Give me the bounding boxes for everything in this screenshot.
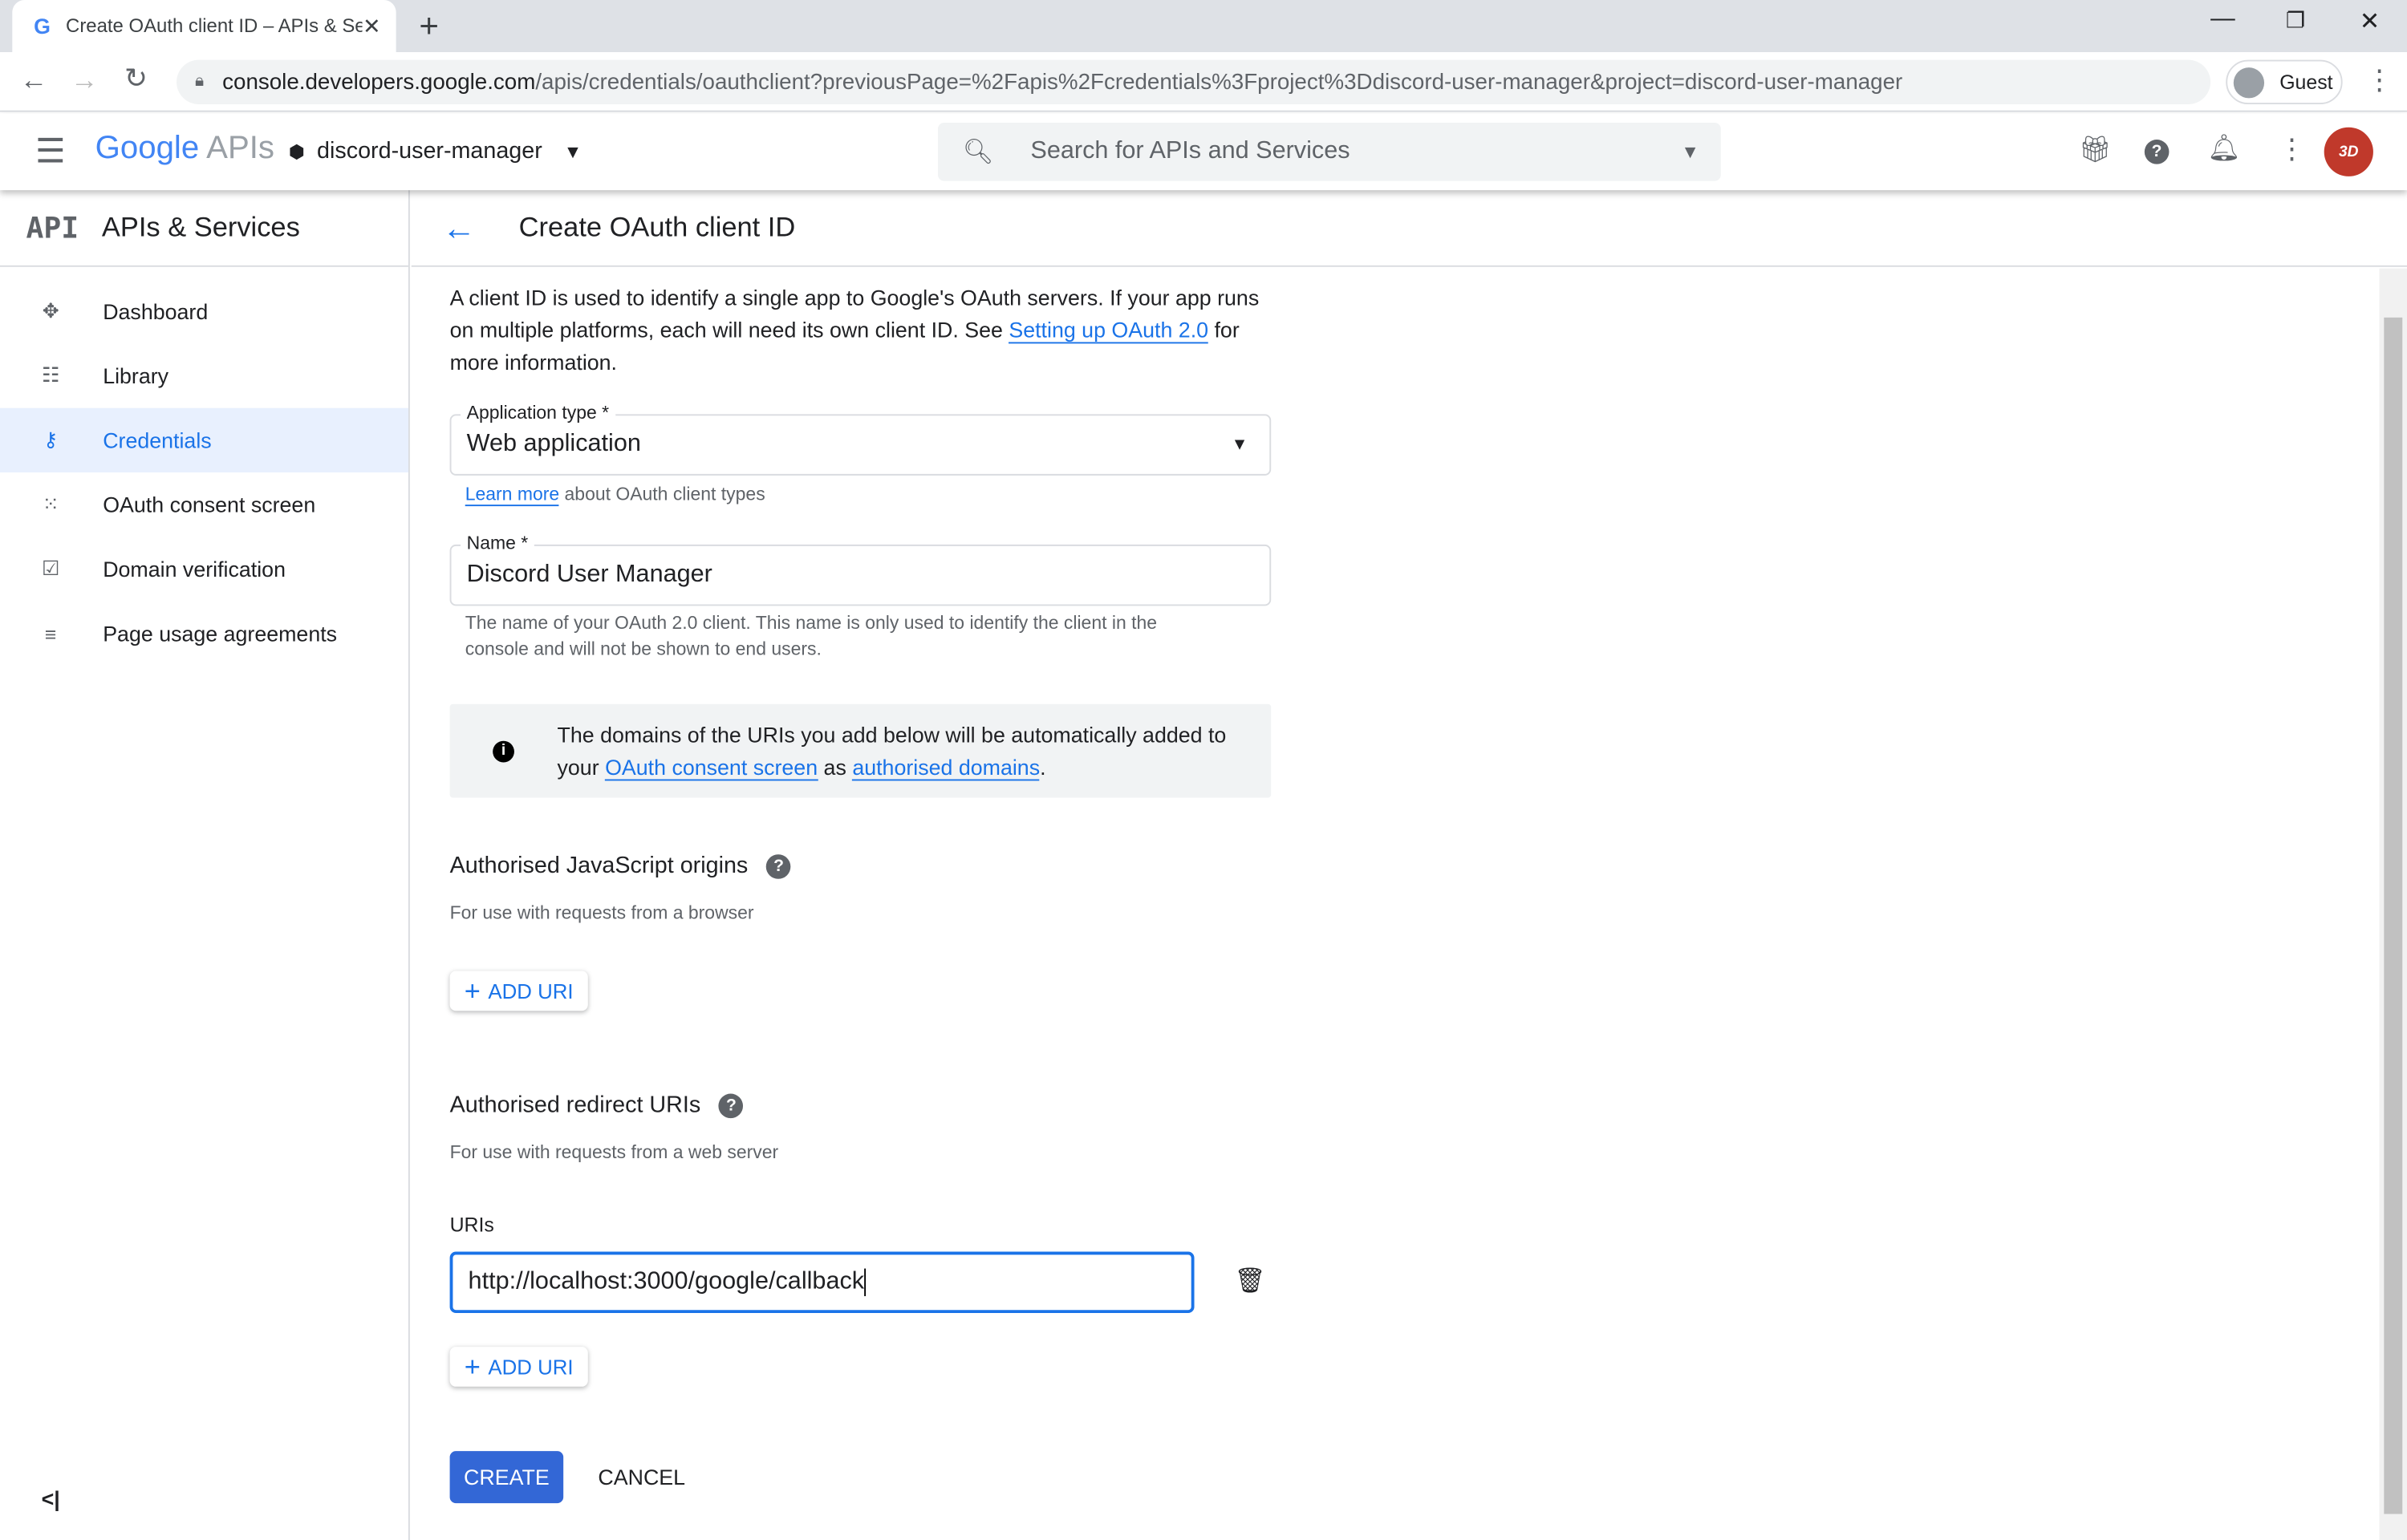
setting-up-oauth-link[interactable]: Setting up OAuth 2.0 [1009,317,1209,344]
learn-more-link[interactable]: Learn more [465,483,560,507]
cancel-button[interactable]: CANCEL [585,1451,699,1503]
address-bar-row: ← → ↻ 🔒︎ console.developers.google.com/a… [0,52,2407,112]
description: A client ID is used to identify a single… [449,285,1260,375]
close-tab-icon[interactable]: ✕ [363,13,380,39]
info-icon: i [493,740,514,762]
settings-list-icon: ≡ [44,622,57,646]
create-button[interactable]: CREATE [449,1451,564,1504]
add-redirect-uri-button[interactable]: + ADD URI [450,1347,588,1387]
authorised-domains-link[interactable]: authorised domains [852,753,1041,780]
gift-icon[interactable]: 🎁︎ [2079,135,2112,165]
tab-strip: G Create OAuth client ID – APIs & Servic… [0,0,2407,53]
project-selector[interactable]: ⬢ discord-user-manager ▼ [289,138,582,164]
sidebar-title: APIs & Services [101,211,300,243]
delete-icon[interactable]: 🗑︎ [1234,1266,1265,1296]
sidebar-item-credentials[interactable]: ⚷ Credentials [0,407,408,473]
sidebar-item-domain-verification[interactable]: ☑ Domain verification [0,537,408,601]
forward-icon[interactable]: → [71,64,98,96]
checkbox-icon: ☑ [41,557,60,580]
consent-icon: ⁙ [42,492,59,516]
info-banner: i The domains of the URIs you add below … [449,703,1272,798]
name-field[interactable]: Name * Discord User Manager [449,532,1272,606]
sidebar-item-library[interactable]: ☷ Library [0,343,408,407]
minimize-icon[interactable]: — [2210,6,2235,34]
url-host: console.developers.google.com [222,70,536,95]
dashboard-icon: ✥ [42,298,59,322]
uris-label: URIs [449,1213,494,1237]
restore-icon[interactable]: ❐ [2286,8,2305,34]
sidebar-item-page-usage-agreements[interactable]: ≡ Page usage agreements [0,602,408,666]
reload-icon[interactable]: ↻ [124,63,148,95]
google-apis-logo: Google APIs [95,130,275,166]
google-favicon-icon: G [34,14,51,38]
sidebar: API APIs & Services ✥ Dashboard ☷ Library … [0,190,410,1540]
form: A client ID is used to identify a single… [449,267,1279,1540]
url-bar[interactable]: 🔒︎ console.developers.google.com/apis/cr… [177,59,2211,105]
sidebar-header: API APIs & Services [0,190,408,267]
search-placeholder: Search for APIs and Services [1030,138,1350,164]
name-hint: The name of your OAuth 2.0 client. This … [465,612,1158,660]
redirect-uris-heading: Authorised redirect URIs? [450,1092,744,1118]
redirect-uri-input[interactable]: http://localhost:3000/google/callback [449,1251,1195,1314]
more-options-icon[interactable]: ⋮ [2278,133,2305,165]
project-icon: ⬢ [288,140,305,162]
back-icon[interactable]: ← [20,64,47,96]
learn-more-hint: Learn more about OAuth client types [465,483,765,507]
help-icon[interactable]: ? [2144,140,2170,164]
avatar-icon [2233,67,2265,98]
tab-title: Create OAuth client ID – APIs & Services [66,15,363,37]
plus-icon: + [464,975,481,1006]
sidebar-item-oauth-consent-screen[interactable]: ⁙ OAuth consent screen [0,472,408,537]
application-type-select[interactable]: Application type * Web application ▼ [449,402,1272,476]
page-title-bar: ← Create OAuth client ID [411,190,2407,267]
project-name: discord-user-manager [317,138,542,164]
help-icon[interactable]: ? [719,1092,744,1118]
key-icon: ⚷ [43,428,59,452]
new-tab-icon[interactable]: + [419,6,439,47]
app-header: ☰ Google APIs ⬢ discord-user-manager ▼ 🔍… [0,113,2407,191]
scrollbar-thumb[interactable] [2384,317,2403,1514]
collapse-sidebar-icon[interactable]: <| [42,1486,60,1511]
user-avatar[interactable]: 3D [2324,127,2373,176]
plus-icon: + [464,1350,481,1382]
redirect-uris-subtitle: For use with requests from a web server [449,1141,779,1163]
profile-label: Guest [2279,70,2333,94]
library-icon: ☷ [41,363,60,387]
browser-menu-icon[interactable]: ⋮ [2365,64,2393,96]
browser-tab[interactable]: G Create OAuth client ID – APIs & Servic… [12,0,396,53]
oauth-consent-screen-link[interactable]: OAuth consent screen [605,753,818,780]
api-logo: API [26,210,79,245]
lock-icon: 🔒︎ [194,71,205,91]
back-arrow-icon[interactable]: ← [442,208,476,248]
caret-down-icon: ▼ [563,140,582,162]
search-input[interactable]: 🔍︎ Search for APIs and Services ▼ [938,122,1721,181]
page-title: Create OAuth client ID [518,211,796,243]
scrollbar[interactable] [2379,268,2407,1540]
hamburger-menu-icon[interactable]: ☰ [35,132,66,172]
js-origins-subtitle: For use with requests from a browser [449,902,754,924]
profile-button[interactable]: Guest [2226,59,2343,105]
close-window-icon[interactable]: ✕ [2360,6,2381,37]
js-origins-heading: Authorised JavaScript origins? [450,853,791,879]
search-dropdown-icon[interactable]: ▼ [1681,141,1699,163]
search-icon: 🔍︎ [962,140,994,166]
help-icon[interactable]: ? [766,853,791,878]
notifications-icon[interactable]: 🔔︎ [2207,133,2240,164]
add-js-origin-button[interactable]: + ADD URI [450,971,588,1011]
url-path: /apis/credentials/oauthclient?previousPa… [535,70,1903,95]
sidebar-item-dashboard[interactable]: ✥ Dashboard [0,279,408,343]
dropdown-arrow-icon: ▼ [1231,436,1248,455]
